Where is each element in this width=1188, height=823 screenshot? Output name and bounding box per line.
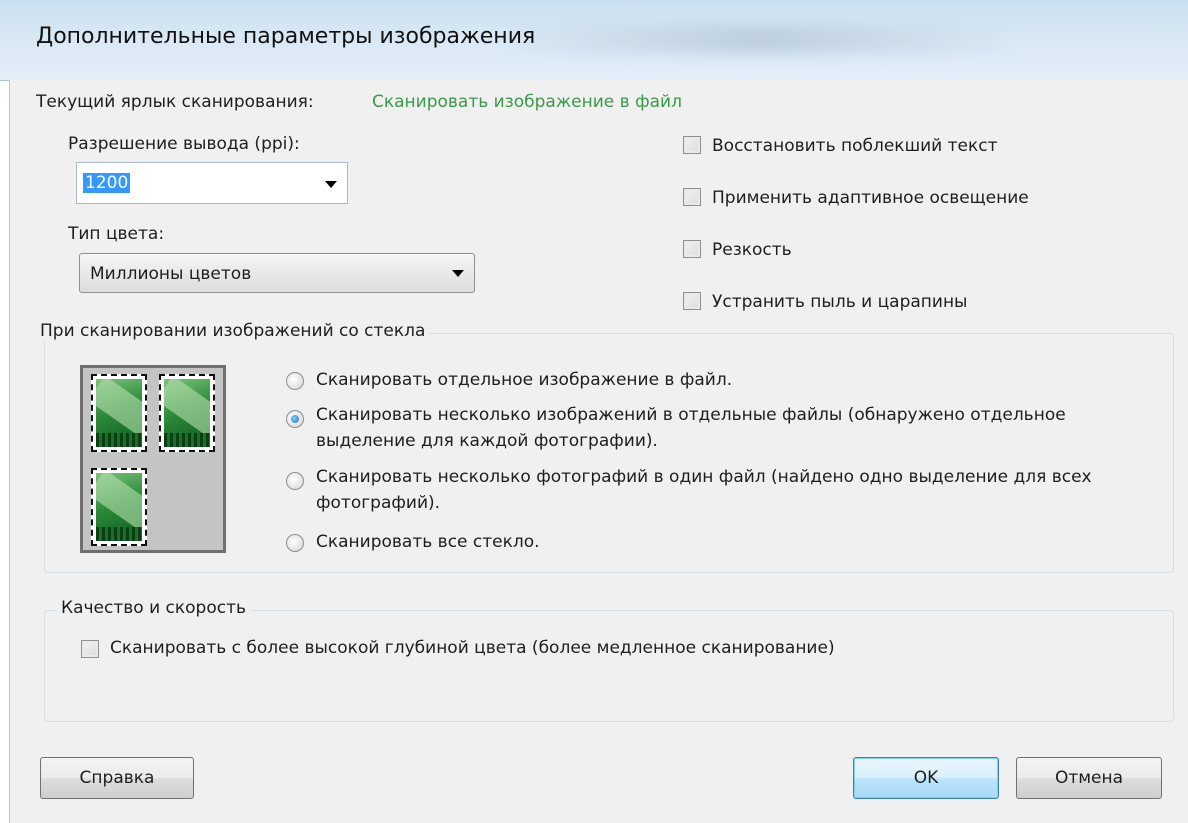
radio-entire-glass-label[interactable]: Сканировать все стекло.: [316, 532, 540, 552]
photo-thumbnail: [91, 374, 147, 452]
chevron-down-icon[interactable]: [452, 270, 464, 277]
title-bar: Дополнительные параметры изображения: [0, 0, 1188, 81]
radio-single-image[interactable]: [286, 372, 304, 390]
radio-single-image-label[interactable]: Сканировать отдельное изображение в файл…: [316, 370, 732, 390]
resolution-label: Разрешение вывода (ppi):: [68, 134, 300, 154]
resolution-combo[interactable]: 1200: [76, 162, 348, 204]
radio-multiple-separate-files-label[interactable]: Сканировать несколько изображений в отде…: [316, 402, 1076, 454]
photo-thumbnail: [159, 374, 215, 452]
resolution-value: 1200: [83, 173, 131, 193]
current-shortcut-label: Текущий ярлык сканирования:: [36, 92, 314, 112]
help-button[interactable]: Справка: [40, 757, 194, 799]
quality-speed-group: [44, 610, 1174, 722]
window-title: Дополнительные параметры изображения: [36, 24, 536, 49]
sharpen-label[interactable]: Резкость: [712, 240, 792, 260]
photo-thumbnail: [91, 468, 147, 546]
radio-multiple-separate-files[interactable]: [286, 410, 304, 428]
quality-speed-group-title: Качество и скорость: [57, 598, 250, 618]
radio-multiple-one-file-label[interactable]: Сканировать несколько фотографий в один …: [316, 464, 1166, 516]
color-type-select[interactable]: Миллионы цветов: [79, 253, 475, 293]
high-color-depth-checkbox[interactable]: [81, 640, 99, 658]
color-type-value: Миллионы цветов: [90, 264, 252, 284]
title-bar-background-blur: [500, 26, 1020, 54]
ok-button[interactable]: OK: [853, 757, 999, 799]
adaptive-lighting-label[interactable]: Применить адаптивное освещение: [712, 188, 1029, 208]
glass-scanning-group-title: При сканировании изображений со стекла: [36, 321, 430, 341]
restore-faded-text-label[interactable]: Восстановить поблекший текст: [712, 136, 998, 156]
remove-dust-label[interactable]: Устранить пыль и царапины: [712, 292, 967, 312]
cancel-button[interactable]: Отмена: [1016, 757, 1162, 799]
remove-dust-checkbox[interactable]: [683, 292, 701, 310]
scan-preview-illustration: [80, 365, 226, 553]
adaptive-lighting-checkbox[interactable]: [683, 188, 701, 206]
current-shortcut-value: Сканировать изображение в файл: [372, 92, 682, 112]
sharpen-checkbox[interactable]: [683, 240, 701, 258]
chevron-down-icon[interactable]: [325, 181, 337, 188]
dialog-body: Текущий ярлык сканирования: Сканировать …: [9, 80, 1188, 823]
radio-multiple-one-file[interactable]: [286, 472, 304, 490]
restore-faded-text-checkbox[interactable]: [683, 136, 701, 154]
color-type-label: Тип цвета:: [68, 224, 165, 244]
radio-entire-glass[interactable]: [286, 534, 304, 552]
high-color-depth-label[interactable]: Сканировать с более высокой глубиной цве…: [110, 638, 835, 658]
